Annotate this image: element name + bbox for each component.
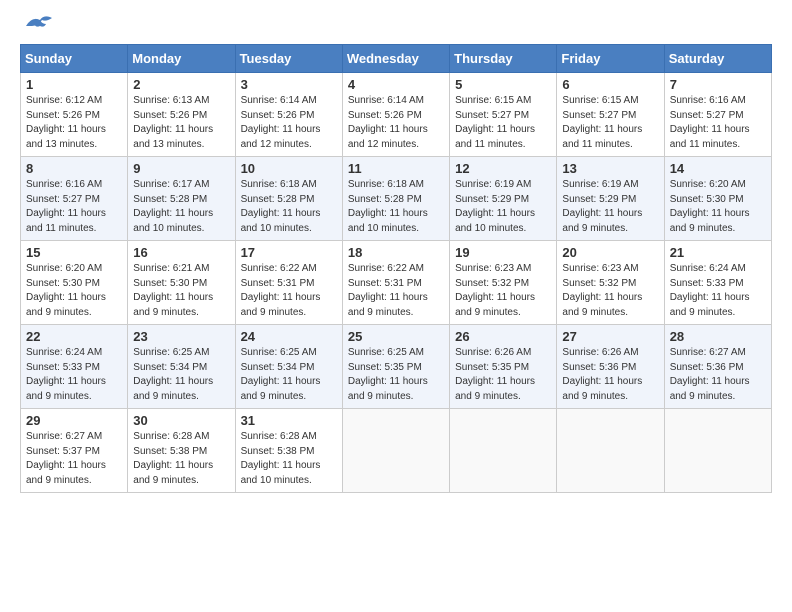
- page-header: [20, 20, 772, 34]
- calendar-header-tuesday: Tuesday: [235, 45, 342, 73]
- calendar-header-wednesday: Wednesday: [342, 45, 449, 73]
- calendar-day-14: 14Sunrise: 6:20 AM Sunset: 5:30 PM Dayli…: [664, 157, 771, 241]
- calendar-day-1: 1Sunrise: 6:12 AM Sunset: 5:26 PM Daylig…: [21, 73, 128, 157]
- calendar-day-23: 23Sunrise: 6:25 AM Sunset: 5:34 PM Dayli…: [128, 325, 235, 409]
- calendar-day-5: 5Sunrise: 6:15 AM Sunset: 5:27 PM Daylig…: [450, 73, 557, 157]
- calendar-week-2: 8Sunrise: 6:16 AM Sunset: 5:27 PM Daylig…: [21, 157, 772, 241]
- calendar-day-20: 20Sunrise: 6:23 AM Sunset: 5:32 PM Dayli…: [557, 241, 664, 325]
- calendar-header-row: SundayMondayTuesdayWednesdayThursdayFrid…: [21, 45, 772, 73]
- calendar-day-27: 27Sunrise: 6:26 AM Sunset: 5:36 PM Dayli…: [557, 325, 664, 409]
- calendar-day-30: 30Sunrise: 6:28 AM Sunset: 5:38 PM Dayli…: [128, 409, 235, 493]
- calendar-day-13: 13Sunrise: 6:19 AM Sunset: 5:29 PM Dayli…: [557, 157, 664, 241]
- calendar-empty-4-6: [664, 409, 771, 493]
- calendar-week-3: 15Sunrise: 6:20 AM Sunset: 5:30 PM Dayli…: [21, 241, 772, 325]
- calendar-day-31: 31Sunrise: 6:28 AM Sunset: 5:38 PM Dayli…: [235, 409, 342, 493]
- calendar-week-5: 29Sunrise: 6:27 AM Sunset: 5:37 PM Dayli…: [21, 409, 772, 493]
- calendar-day-24: 24Sunrise: 6:25 AM Sunset: 5:34 PM Dayli…: [235, 325, 342, 409]
- calendar-day-11: 11Sunrise: 6:18 AM Sunset: 5:28 PM Dayli…: [342, 157, 449, 241]
- calendar-day-6: 6Sunrise: 6:15 AM Sunset: 5:27 PM Daylig…: [557, 73, 664, 157]
- calendar-day-22: 22Sunrise: 6:24 AM Sunset: 5:33 PM Dayli…: [21, 325, 128, 409]
- calendar-day-7: 7Sunrise: 6:16 AM Sunset: 5:27 PM Daylig…: [664, 73, 771, 157]
- calendar-day-2: 2Sunrise: 6:13 AM Sunset: 5:26 PM Daylig…: [128, 73, 235, 157]
- calendar-day-10: 10Sunrise: 6:18 AM Sunset: 5:28 PM Dayli…: [235, 157, 342, 241]
- calendar-day-18: 18Sunrise: 6:22 AM Sunset: 5:31 PM Dayli…: [342, 241, 449, 325]
- logo-bird-icon: [24, 12, 56, 34]
- calendar-header-monday: Monday: [128, 45, 235, 73]
- calendar-header-saturday: Saturday: [664, 45, 771, 73]
- calendar-day-9: 9Sunrise: 6:17 AM Sunset: 5:28 PM Daylig…: [128, 157, 235, 241]
- calendar-day-21: 21Sunrise: 6:24 AM Sunset: 5:33 PM Dayli…: [664, 241, 771, 325]
- calendar-week-1: 1Sunrise: 6:12 AM Sunset: 5:26 PM Daylig…: [21, 73, 772, 157]
- calendar-day-12: 12Sunrise: 6:19 AM Sunset: 5:29 PM Dayli…: [450, 157, 557, 241]
- calendar-day-15: 15Sunrise: 6:20 AM Sunset: 5:30 PM Dayli…: [21, 241, 128, 325]
- calendar-day-25: 25Sunrise: 6:25 AM Sunset: 5:35 PM Dayli…: [342, 325, 449, 409]
- calendar-empty-4-3: [342, 409, 449, 493]
- calendar-day-3: 3Sunrise: 6:14 AM Sunset: 5:26 PM Daylig…: [235, 73, 342, 157]
- calendar-day-17: 17Sunrise: 6:22 AM Sunset: 5:31 PM Dayli…: [235, 241, 342, 325]
- calendar-day-28: 28Sunrise: 6:27 AM Sunset: 5:36 PM Dayli…: [664, 325, 771, 409]
- calendar-day-16: 16Sunrise: 6:21 AM Sunset: 5:30 PM Dayli…: [128, 241, 235, 325]
- calendar-table: SundayMondayTuesdayWednesdayThursdayFrid…: [20, 44, 772, 493]
- calendar-empty-4-5: [557, 409, 664, 493]
- calendar-day-26: 26Sunrise: 6:26 AM Sunset: 5:35 PM Dayli…: [450, 325, 557, 409]
- calendar-week-4: 22Sunrise: 6:24 AM Sunset: 5:33 PM Dayli…: [21, 325, 772, 409]
- calendar-day-8: 8Sunrise: 6:16 AM Sunset: 5:27 PM Daylig…: [21, 157, 128, 241]
- calendar-day-19: 19Sunrise: 6:23 AM Sunset: 5:32 PM Dayli…: [450, 241, 557, 325]
- logo: [20, 20, 56, 34]
- calendar-header-friday: Friday: [557, 45, 664, 73]
- calendar-day-4: 4Sunrise: 6:14 AM Sunset: 5:26 PM Daylig…: [342, 73, 449, 157]
- calendar-header-thursday: Thursday: [450, 45, 557, 73]
- calendar-header-sunday: Sunday: [21, 45, 128, 73]
- calendar-empty-4-4: [450, 409, 557, 493]
- calendar-day-29: 29Sunrise: 6:27 AM Sunset: 5:37 PM Dayli…: [21, 409, 128, 493]
